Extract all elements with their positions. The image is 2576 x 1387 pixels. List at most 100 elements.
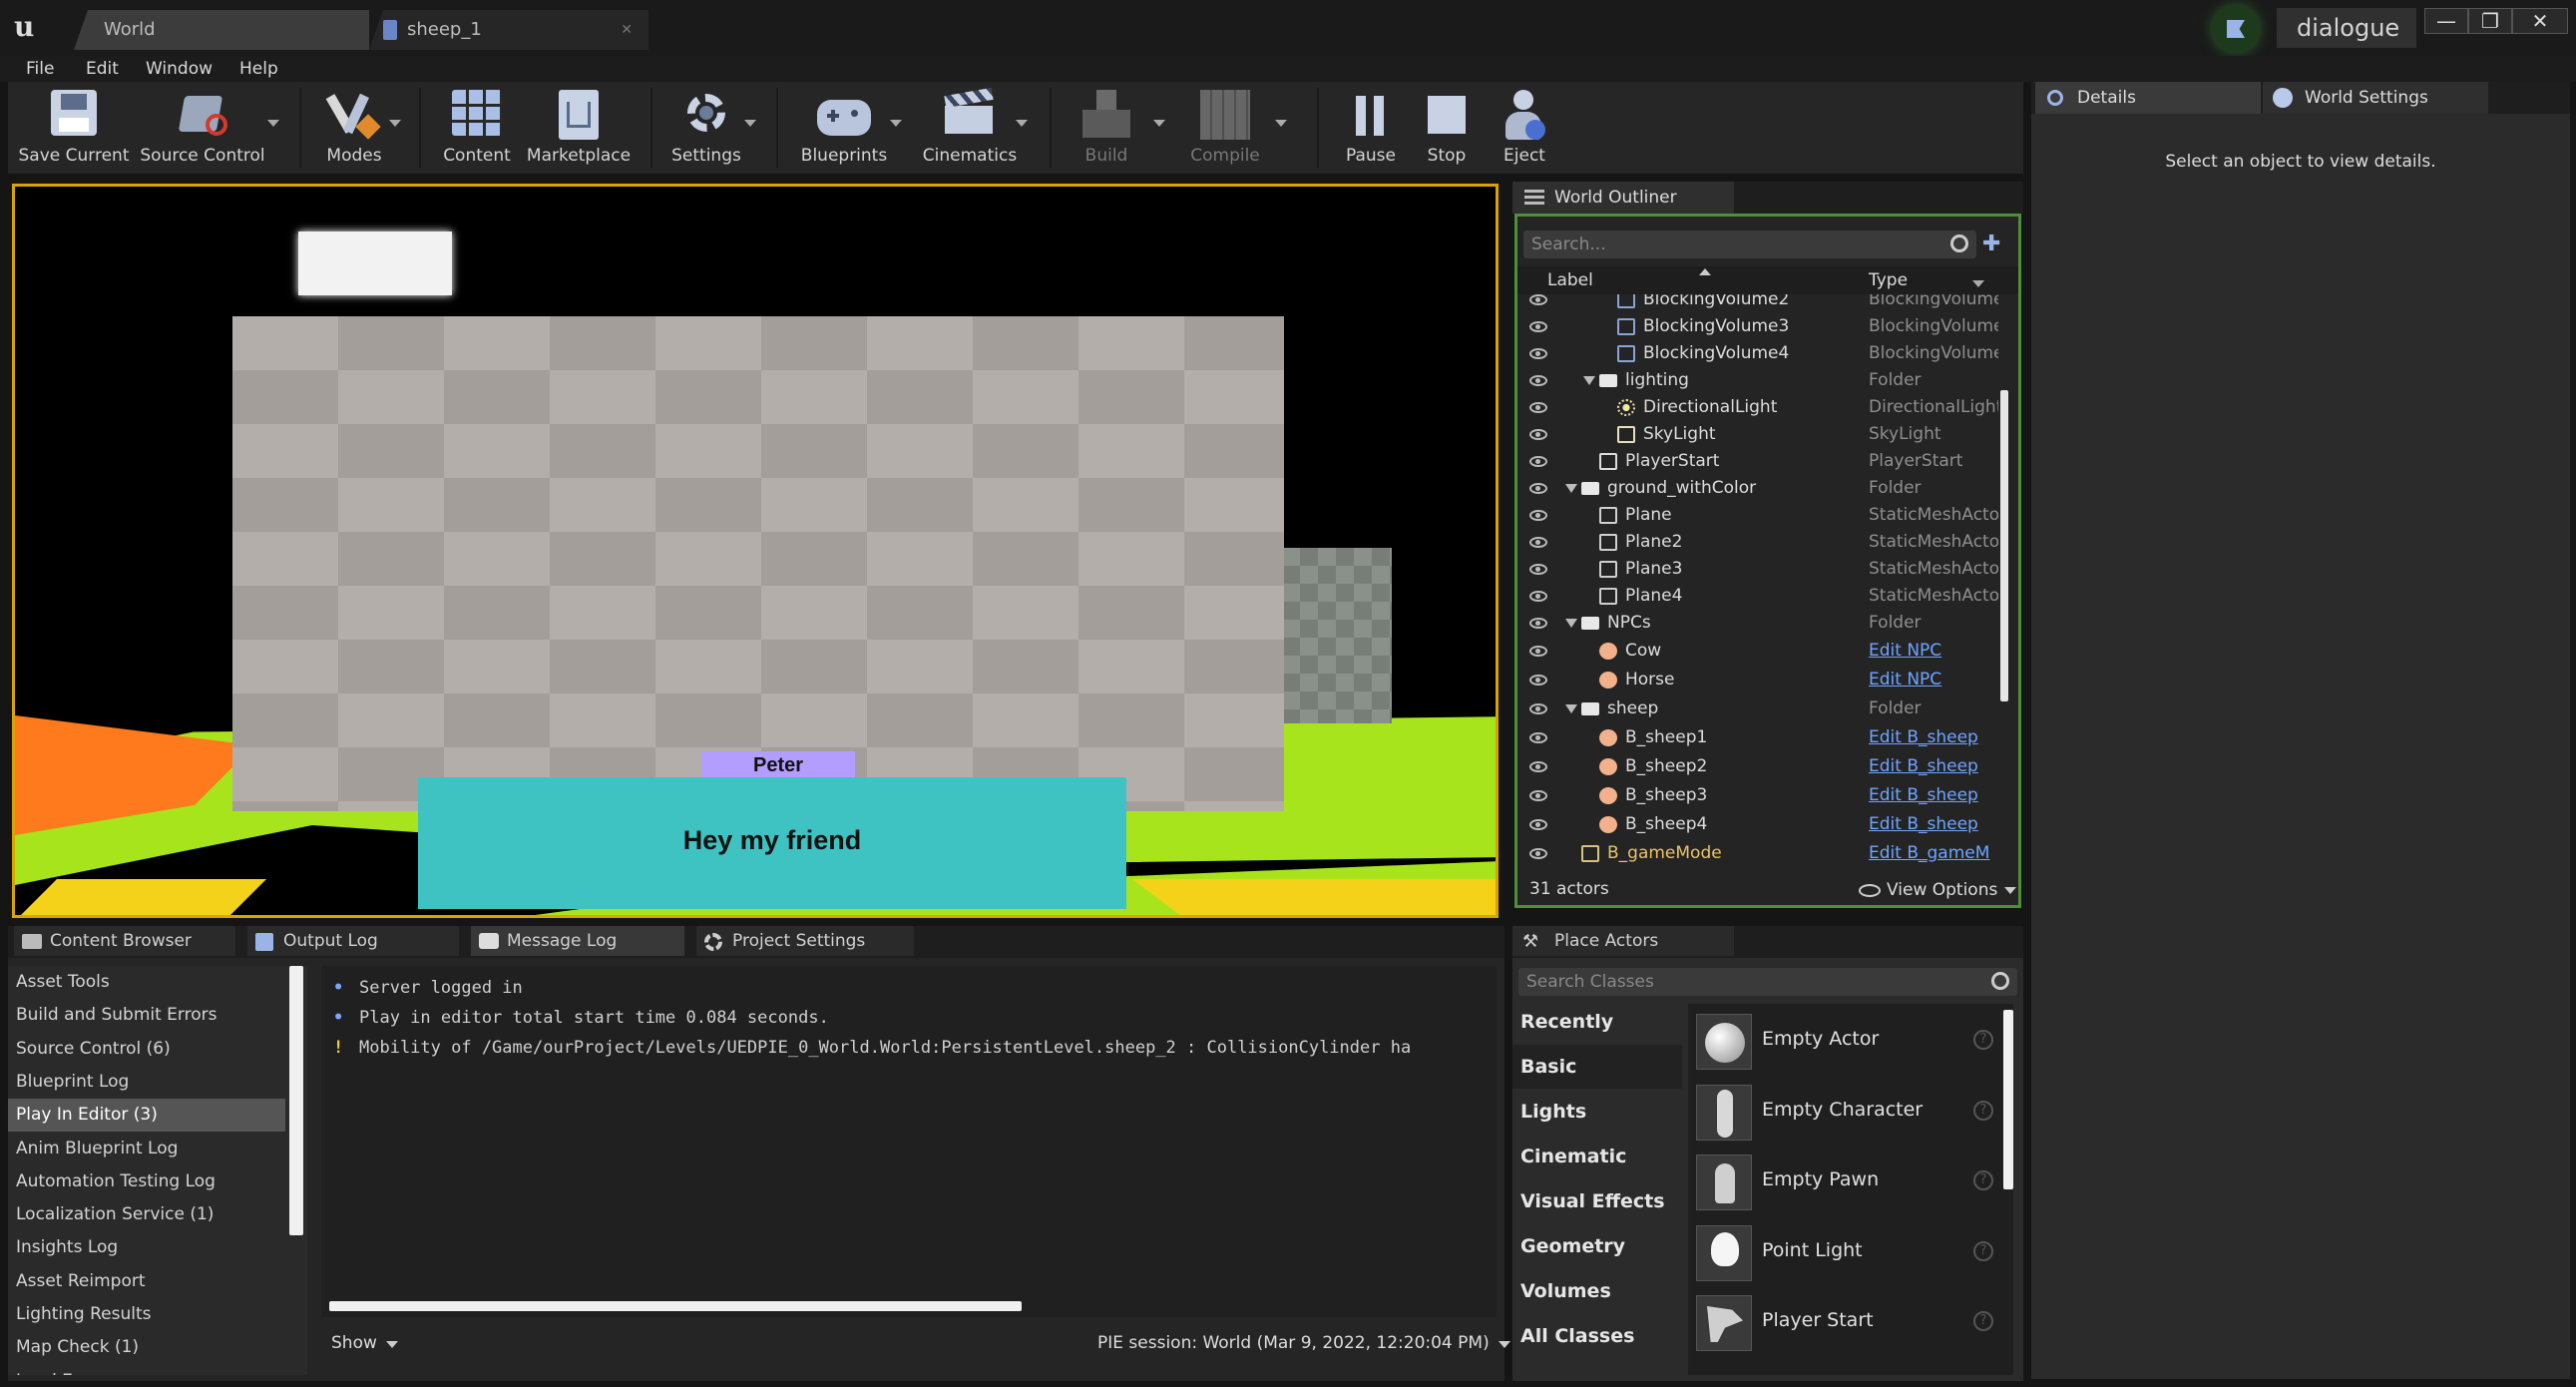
log-category-item[interactable]: Blueprint Log [8,1066,285,1099]
tab-output-log[interactable]: Output Log [247,926,459,956]
chevron-down-icon[interactable] [890,120,902,127]
outliner-row[interactable]: B_sheep1 Edit B_sheep [1517,724,1996,751]
outliner-row[interactable]: Plane StaticMeshActor [1517,502,1998,529]
tab-world-outliner[interactable]: World Outliner [1512,182,1734,214]
visibility-eye-icon[interactable] [1529,483,1547,494]
build-button[interactable]: Build [1062,82,1165,174]
outliner-row[interactable]: SkyLight SkyLight [1517,421,1996,448]
edit-blueprint-link[interactable]: Edit B_sheep [1869,811,1998,838]
place-actors-scrollbar[interactable] [2003,1010,2013,1189]
visibility-eye-icon[interactable] [1529,732,1547,743]
tab-world-settings[interactable]: World Settings [2263,82,2488,114]
outliner-row[interactable]: sheep Folder [1517,695,1996,722]
chevron-down-icon[interactable] [267,120,279,127]
log-category-item[interactable]: Anim Blueprint Log [8,1133,285,1165]
place-actors-category[interactable]: Recently Placed [1512,1000,1682,1077]
log-horizontal-scrollbar[interactable] [329,1301,1022,1311]
log-category-item[interactable]: Load Errors [8,1365,285,1375]
tab-sheep-1[interactable]: sheep_1 ✕ [369,10,648,50]
tab-place-actors[interactable]: ⚒ Place Actors [1512,926,1734,956]
outliner-row[interactable]: B_gameMode Edit B_gameM [1517,840,1996,863]
dialogue-box[interactable]: Hey my friend [418,777,1126,909]
tab-details[interactable]: Details [2035,82,2261,114]
place-actor-item[interactable]: Empty Character? [1696,1081,2003,1143]
close-window-button[interactable]: ✕ [2512,8,2568,34]
session-selector[interactable]: PIE session: World (Mar 9, 2022, 12:20:0… [1097,1333,1511,1353]
chevron-down-icon[interactable] [1972,280,1984,287]
visibility-eye-icon[interactable] [1529,618,1547,629]
show-filter-button[interactable]: Show [331,1333,411,1353]
visibility-eye-icon[interactable] [1529,848,1547,859]
menu-edit[interactable]: Edit [86,56,119,82]
view-options-button[interactable]: View Options [1857,877,2016,903]
visibility-eye-icon[interactable] [1529,294,1547,305]
visibility-eye-icon[interactable] [1529,321,1547,332]
place-actor-item[interactable]: Player Start? [1696,1291,2003,1353]
visibility-eye-icon[interactable] [1529,537,1547,548]
outliner-row[interactable]: Plane4 StaticMeshActor [1517,583,1998,610]
place-actors-category[interactable]: Volumes [1512,1269,1682,1313]
place-actors-category[interactable]: Cinematic [1512,1135,1682,1178]
source-control-status-icon[interactable] [2213,6,2259,52]
tab-project-settings[interactable]: Project Settings [696,926,914,956]
save-current-button[interactable]: Save Current [14,82,134,174]
outliner-row[interactable]: B_sheep4 Edit B_sheep [1517,811,1996,838]
outliner-search-input[interactable]: Search... [1523,231,1976,258]
log-category-item[interactable]: Source Control (6) [8,1033,285,1066]
log-category-item[interactable]: Build and Submit Errors [8,999,285,1032]
visibility-eye-icon[interactable] [1529,348,1547,359]
visibility-eye-icon[interactable] [1529,564,1547,575]
settings-button[interactable]: Settings [658,82,756,174]
visibility-eye-icon[interactable] [1529,703,1547,714]
log-category-item[interactable]: Automation Testing Log [8,1165,285,1198]
log-category-item[interactable]: Insights Log [8,1231,285,1264]
outliner-row[interactable]: BlockingVolume2 BlockingVolume [1517,294,1998,313]
menu-file[interactable]: File [26,56,54,82]
place-actors-category[interactable]: Lights [1512,1090,1682,1134]
place-actors-category[interactable]: Basic [1512,1045,1682,1089]
chevron-down-icon[interactable] [1275,120,1287,127]
place-actor-item[interactable]: Empty Pawn? [1696,1151,2003,1212]
edit-blueprint-link[interactable]: Edit NPC [1869,667,1998,694]
log-category-item[interactable]: Play In Editor (3) [8,1099,285,1133]
edit-blueprint-link[interactable]: Edit B_gameM [1869,840,1998,863]
help-icon[interactable]: ? [1973,1170,1993,1190]
outliner-row[interactable]: BlockingVolume3 BlockingVolume [1517,313,1998,340]
tab-content-browser[interactable]: Content Browser [14,926,235,956]
outliner-row[interactable]: lighting Folder [1517,367,1996,394]
game-viewport[interactable]: Peter Hey my friend [12,184,1499,918]
help-icon[interactable]: ? [1973,1030,1993,1050]
outliner-scrollbar[interactable] [2000,390,2008,701]
help-icon[interactable]: ? [1973,1311,1993,1331]
edit-blueprint-link[interactable]: Edit NPC [1869,638,1998,665]
visibility-eye-icon[interactable] [1529,402,1547,413]
column-type-header[interactable]: Type [1869,270,1908,290]
visibility-eye-icon[interactable] [1529,790,1547,801]
chevron-down-icon[interactable] [1016,120,1028,127]
log-category-item[interactable]: Asset Reimport [8,1265,285,1298]
help-icon[interactable]: ? [1973,1240,1993,1261]
visibility-eye-icon[interactable] [1529,429,1547,440]
outliner-row[interactable]: ground_withColor Folder [1517,475,1996,502]
compile-button[interactable]: Compile [1177,82,1287,174]
category-scrollbar[interactable] [289,966,303,1235]
outliner-row[interactable]: BlockingVolume4 BlockingVolume [1517,340,1998,367]
tab-message-log[interactable]: Message Log [471,926,684,956]
tab-world[interactable]: World [74,10,369,50]
stop-button[interactable]: Stop [1409,82,1485,174]
log-category-item[interactable]: Map Check (1) [8,1331,285,1364]
chevron-down-icon[interactable] [389,120,401,127]
modes-button[interactable]: Modes [309,82,401,174]
content-button[interactable]: Content [431,82,523,174]
place-actors-category[interactable]: Visual Effects [1512,1179,1682,1223]
edit-blueprint-link[interactable]: Edit B_sheep [1869,753,1998,780]
outliner-row[interactable]: Horse Edit NPC [1517,667,1996,694]
visibility-eye-icon[interactable] [1529,375,1547,386]
help-icon[interactable]: ? [1973,1100,1993,1121]
expand-arrow-icon[interactable] [1583,376,1595,385]
visibility-eye-icon[interactable] [1529,510,1547,521]
log-category-item[interactable]: Lighting Results [8,1298,285,1331]
visibility-eye-icon[interactable] [1529,646,1547,657]
expand-arrow-icon[interactable] [1565,619,1577,628]
log-category-item[interactable]: Asset Tools [8,966,285,999]
